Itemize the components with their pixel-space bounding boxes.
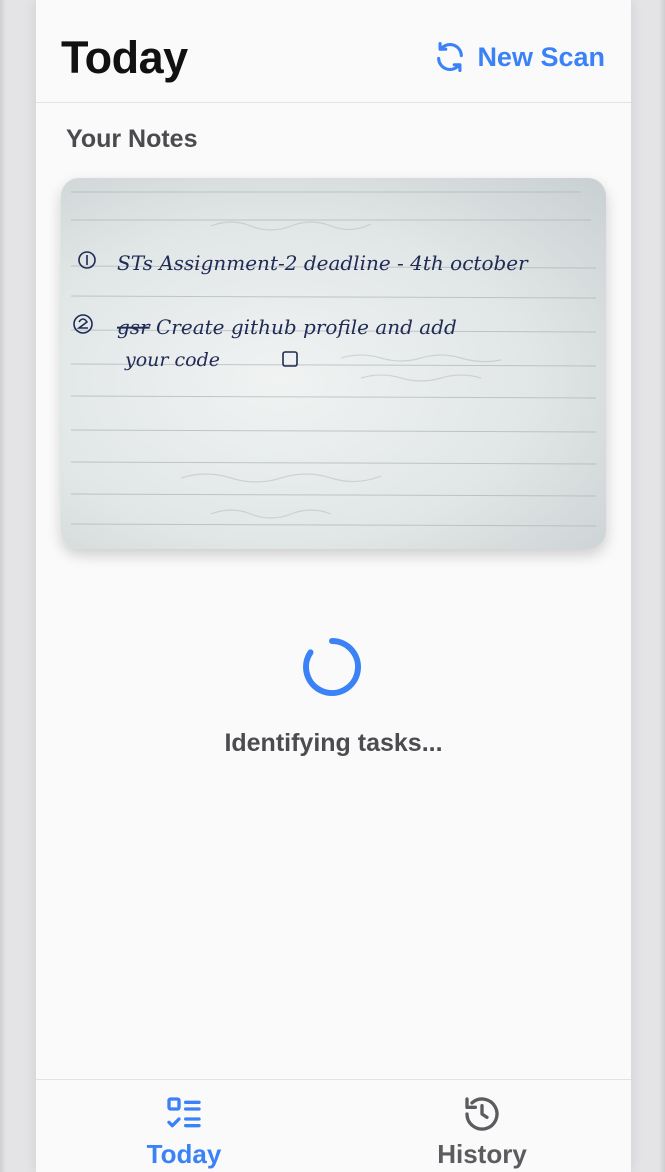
svg-text:STs Assignment-2 deadline: STs Assignment-2 deadline - 4th october [117,251,529,275]
new-scan-button[interactable]: New Scan [433,36,605,78]
device-frame: Today New Scan Your Notes STs Assignment… [0,0,665,1172]
loading-text: Identifying tasks... [224,729,443,757]
device-edge-left [0,0,6,1172]
nav-item-label: History [437,1139,527,1169]
new-scan-label: New Scan [477,41,605,72]
section-title-your-notes: Your Notes [66,125,198,153]
handwritten-note-drawing: STs Assignment-2 deadline - 4th october … [70,191,597,527]
page-title: Today [61,32,188,83]
nav-item-history[interactable]: History [407,1094,557,1172]
loading-spinner [303,638,361,696]
nav-item-label: Today [146,1139,222,1169]
note-image[interactable]: STs Assignment-2 deadline - 4th october … [61,178,606,549]
bottom-nav: Today History [36,1079,631,1172]
history-icon [462,1094,502,1134]
nav-item-today[interactable]: Today [109,1094,259,1172]
svg-text:your code: your code [124,349,220,371]
loading-area: Identifying tasks... [36,630,631,770]
device-edge-right [659,0,665,1172]
header: Today New Scan [36,0,631,103]
svg-text:gsr Create github profile a: gsr Create github profile and add [117,315,457,339]
checklist-icon [164,1094,204,1134]
app-screen: Today New Scan Your Notes STs Assignment… [36,0,631,1172]
refresh-icon [433,40,467,74]
